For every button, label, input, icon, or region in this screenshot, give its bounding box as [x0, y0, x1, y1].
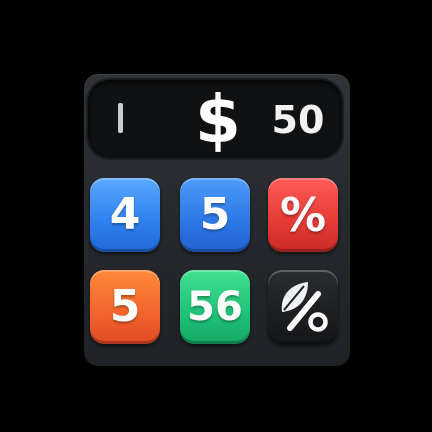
- amount-value: 50: [271, 98, 325, 142]
- calculator-display: $ 50: [88, 80, 342, 158]
- key-label: 5: [199, 189, 231, 240]
- currency-symbol: $: [195, 81, 241, 158]
- leaf-icon: %: [268, 270, 338, 344]
- key-5-button[interactable]: 5: [180, 178, 250, 252]
- percent-button[interactable]: %: [268, 178, 338, 252]
- key-5-orange-button[interactable]: 5: [90, 270, 160, 344]
- key-label: 5: [109, 281, 141, 332]
- key-label: 4: [109, 189, 141, 240]
- key-label: 56: [187, 284, 243, 330]
- app-stage: $ 50 4 5 % 5 56 %: [0, 0, 432, 432]
- key-label: %: [279, 188, 327, 242]
- text-cursor: [118, 103, 123, 133]
- key-4-button[interactable]: 4: [90, 178, 160, 252]
- key-56-button[interactable]: 56: [180, 270, 250, 344]
- leaf-percent-button[interactable]: %: [268, 270, 338, 344]
